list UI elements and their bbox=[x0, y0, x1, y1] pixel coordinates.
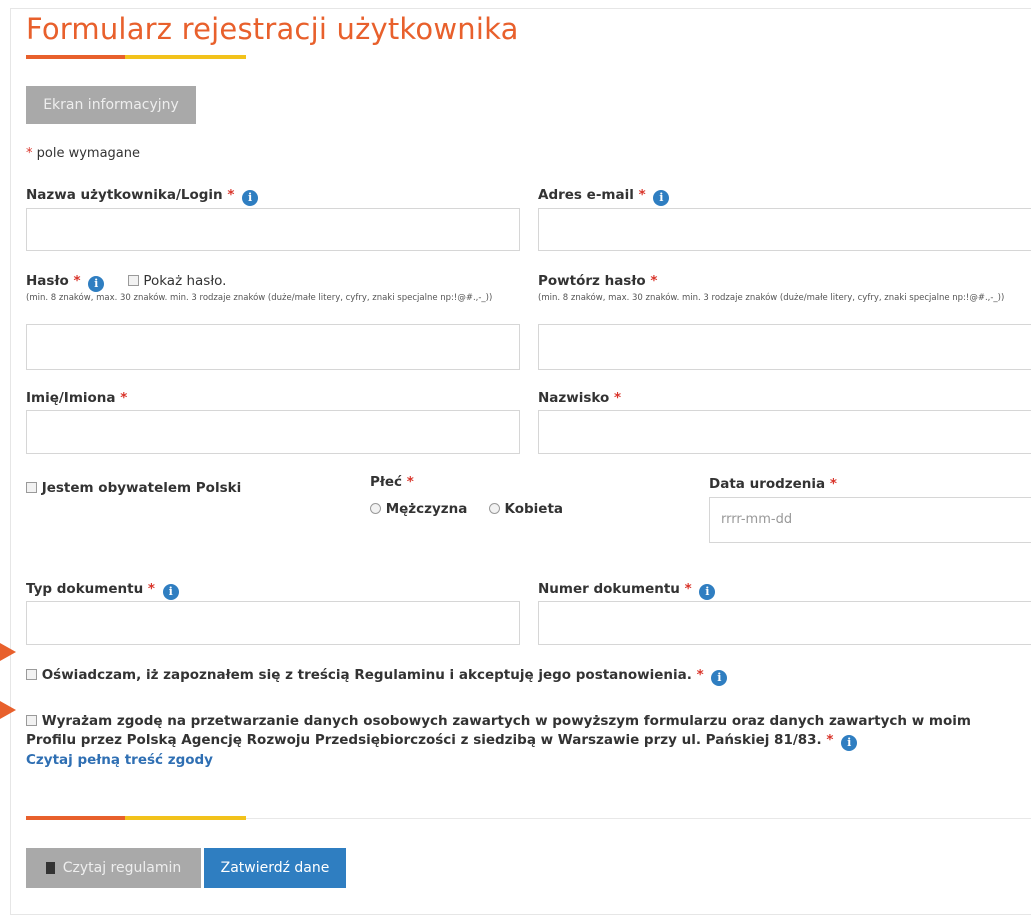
data-consent-checkbox[interactable] bbox=[26, 715, 37, 726]
required-note-text: pole wymagane bbox=[36, 146, 140, 161]
email-input[interactable] bbox=[538, 208, 1031, 251]
required-asterisk: * bbox=[147, 581, 155, 597]
book-icon bbox=[45, 862, 55, 874]
password-repeat-label-row: Powtórz hasło * bbox=[538, 273, 657, 289]
gender-female-radio[interactable] bbox=[488, 503, 500, 514]
info-icon[interactable]: i bbox=[841, 735, 858, 751]
doc-number-label: Numer dokumentu bbox=[538, 581, 680, 597]
show-password-label: Pokaż hasło. bbox=[143, 273, 227, 289]
required-asterisk: * bbox=[73, 273, 81, 289]
required-asterisk: * bbox=[829, 476, 837, 492]
required-asterisk: * bbox=[650, 273, 658, 289]
pointer-arrow-icon bbox=[0, 643, 16, 661]
page-title: Formularz rejestracji użytkownika bbox=[26, 12, 519, 46]
title-accent-bar bbox=[26, 55, 246, 59]
doc-number-label-row: Numer dokumentu * i bbox=[538, 581, 716, 600]
login-label: Nazwa użytkownika/Login bbox=[26, 187, 223, 203]
required-asterisk: * bbox=[826, 732, 834, 748]
password-repeat-label: Powtórz hasło bbox=[538, 273, 646, 289]
required-asterisk: * bbox=[26, 146, 33, 161]
info-icon[interactable]: i bbox=[711, 670, 728, 686]
gender-options: Mężczyzna Kobieta bbox=[370, 501, 563, 517]
last-name-label: Nazwisko bbox=[538, 390, 610, 406]
login-input[interactable] bbox=[26, 208, 520, 251]
password-repeat-hint: (min. 8 znaków, max. 30 znaków. min. 3 r… bbox=[538, 293, 1005, 303]
doc-type-label: Typ dokumentu bbox=[26, 581, 144, 597]
required-asterisk: * bbox=[406, 474, 414, 490]
terms-consent-text: Oświadczam, iż zapoznałem się z treścią … bbox=[41, 667, 692, 683]
gender-male-label: Mężczyzna bbox=[385, 501, 468, 517]
birth-date-label: Data urodzenia bbox=[709, 476, 826, 492]
birth-date-placeholder: rrrr-mm-dd bbox=[721, 512, 793, 527]
footer-divider bbox=[246, 818, 1031, 819]
read-terms-label: Czytaj regulamin bbox=[62, 860, 182, 876]
last-name-label-row: Nazwisko * bbox=[538, 390, 621, 406]
gender-female-label: Kobieta bbox=[504, 501, 564, 517]
show-password-checkbox[interactable] bbox=[127, 275, 139, 286]
required-asterisk: * bbox=[614, 390, 622, 406]
citizen-checkbox-row[interactable]: Jestem obywatelem Polski bbox=[26, 480, 241, 496]
citizen-checkbox[interactable] bbox=[26, 482, 37, 493]
doc-type-input[interactable] bbox=[26, 601, 520, 645]
login-label-row: Nazwa użytkownika/Login * i bbox=[26, 187, 259, 206]
first-name-input[interactable] bbox=[26, 410, 520, 454]
data-consent-text-line1: Wyrażam zgodę na przetwarzanie danych os… bbox=[41, 713, 971, 729]
required-asterisk: * bbox=[696, 667, 704, 683]
password-input[interactable] bbox=[26, 324, 520, 370]
data-consent-row[interactable]: Wyrażam zgodę na przetwarzanie danych os… bbox=[26, 712, 971, 770]
gender-label-row: Płeć * bbox=[370, 474, 414, 490]
first-name-label-row: Imię/Imiona * bbox=[26, 390, 127, 406]
gender-label: Płeć bbox=[370, 474, 403, 490]
info-icon[interactable]: i bbox=[699, 584, 716, 600]
form-panel bbox=[10, 8, 1031, 915]
footer-accent-bar bbox=[26, 816, 246, 820]
info-icon[interactable]: i bbox=[88, 276, 105, 292]
password-repeat-input[interactable] bbox=[538, 324, 1031, 370]
required-note: * pole wymagane bbox=[26, 146, 140, 161]
birth-date-input[interactable]: rrrr-mm-dd bbox=[709, 497, 1031, 543]
birth-date-label-row: Data urodzenia * bbox=[709, 476, 837, 492]
info-icon[interactable]: i bbox=[242, 190, 259, 206]
first-name-label: Imię/Imiona bbox=[26, 390, 116, 406]
citizen-label: Jestem obywatelem Polski bbox=[41, 480, 242, 496]
password-label: Hasło bbox=[26, 273, 69, 289]
read-consent-link[interactable]: Czytaj pełną treść zgody bbox=[26, 752, 213, 768]
email-label-row: Adres e-mail * i bbox=[538, 187, 670, 206]
pointer-arrow-icon bbox=[0, 701, 16, 719]
submit-button[interactable]: Zatwierdź dane bbox=[204, 848, 346, 888]
read-terms-button[interactable]: Czytaj regulamin bbox=[26, 848, 201, 888]
terms-checkbox[interactable] bbox=[26, 669, 37, 680]
gender-male-radio[interactable] bbox=[370, 503, 381, 514]
required-asterisk: * bbox=[227, 187, 235, 203]
required-asterisk: * bbox=[638, 187, 646, 203]
last-name-input[interactable] bbox=[538, 410, 1031, 454]
info-screen-button[interactable]: Ekran informacyjny bbox=[26, 86, 196, 124]
required-asterisk: * bbox=[684, 581, 692, 597]
doc-type-label-row: Typ dokumentu * i bbox=[26, 581, 179, 600]
required-asterisk: * bbox=[120, 390, 128, 406]
doc-number-input[interactable] bbox=[538, 601, 1031, 645]
password-hint: (min. 8 znaków, max. 30 znaków. min. 3 r… bbox=[26, 293, 493, 303]
password-label-row: Hasło * i Pokaż hasło. bbox=[26, 273, 226, 292]
data-consent-text-line2: Profilu przez Polską Agencję Rozwoju Prz… bbox=[26, 732, 822, 748]
info-icon[interactable]: i bbox=[162, 584, 179, 600]
email-label: Adres e-mail bbox=[538, 187, 634, 203]
info-icon[interactable]: i bbox=[653, 190, 670, 206]
terms-consent-row[interactable]: Oświadczam, iż zapoznałem się z treścią … bbox=[26, 667, 728, 686]
